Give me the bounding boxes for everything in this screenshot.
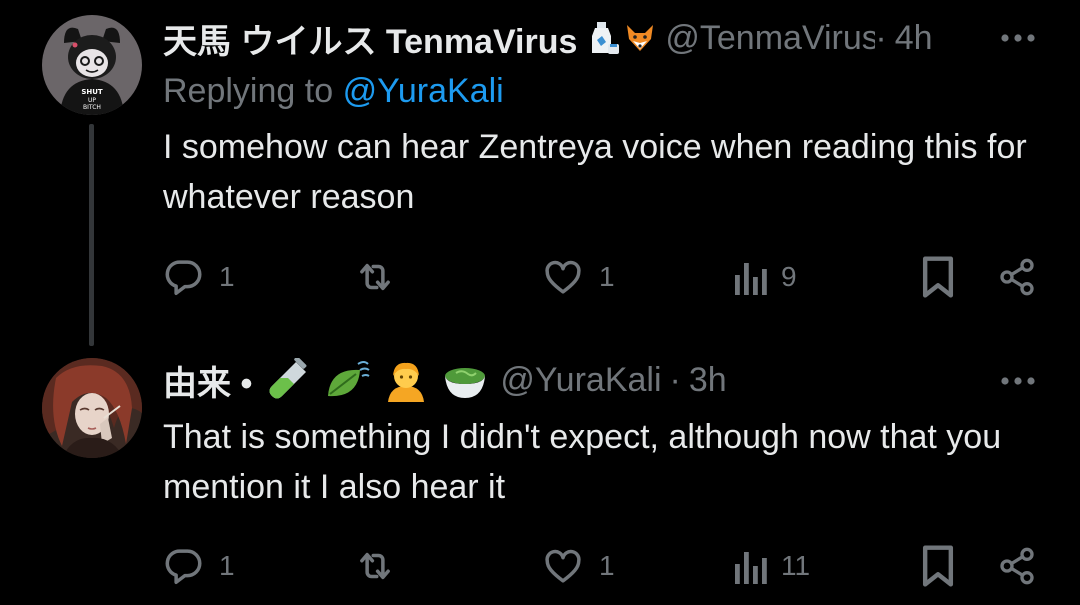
tweet-header: 由来 • @YuraKali · 3h [163, 356, 1060, 404]
reply-bubble-icon [165, 260, 202, 296]
bookmark-icon [922, 256, 954, 298]
reply-bubble-icon [165, 549, 202, 585]
svg-text:UP: UP [88, 97, 96, 104]
separator: · [875, 18, 887, 57]
display-name[interactable]: 由来 • [163, 356, 252, 405]
more-dots-icon [1001, 377, 1035, 385]
share-button[interactable] [997, 254, 1037, 300]
like-button[interactable]: 1 [541, 254, 615, 300]
reply-button[interactable]: 1 [163, 254, 235, 300]
view-count: 11 [781, 550, 811, 581]
avatar[interactable]: SHUT UP BITCH [42, 15, 142, 115]
replying-prefix: Replying to [163, 72, 334, 110]
sake-bottle-emoji [587, 20, 621, 56]
person-emoji [384, 358, 428, 402]
svg-text:SHUT: SHUT [81, 88, 103, 96]
avatar[interactable] [42, 358, 142, 458]
matcha-emoji [442, 358, 488, 402]
tweet-tenmavirus[interactable]: SHUT UP BITCH 天馬 ウイルス TenmaVirus @TenmaV… [0, 0, 1080, 346]
display-name[interactable]: 天馬 ウイルス TenmaVirus [163, 14, 577, 63]
test-tube-emoji [266, 358, 310, 402]
more-dots-icon [1001, 34, 1035, 42]
heart-icon [545, 260, 581, 294]
like-count: 1 [599, 550, 615, 581]
timestamp[interactable]: 4h [895, 19, 933, 58]
reply-count: 1 [219, 261, 235, 292]
share-icon [1000, 258, 1034, 296]
views-button[interactable]: 9 [733, 254, 797, 300]
tweet-text: I somehow can hear Zentreya voice when r… [163, 128, 1027, 216]
reply-thread: SHUT UP BITCH 天馬 ウイルス TenmaVirus @TenmaV… [0, 0, 1080, 605]
share-button[interactable] [997, 543, 1037, 589]
thread-connector-line [89, 124, 94, 346]
like-count: 1 [599, 261, 615, 292]
retweet-button[interactable] [353, 543, 411, 589]
tweet-header: 天馬 ウイルス TenmaVirus @TenmaVirus · 4h [163, 14, 1060, 62]
views-chart-icon [735, 263, 767, 295]
reply-button[interactable]: 1 [163, 543, 235, 589]
tweet-actions: 1 1 11 [163, 543, 1043, 589]
view-count: 9 [781, 261, 797, 292]
reply-count: 1 [219, 550, 235, 581]
bookmark-icon [922, 545, 954, 587]
reply-mention-link[interactable]: @YuraKali [343, 72, 504, 110]
share-icon [1000, 547, 1034, 585]
more-options-button[interactable] [998, 366, 1038, 396]
svg-text:BITCH: BITCH [83, 104, 101, 111]
like-button[interactable]: 1 [541, 543, 615, 589]
separator: · [669, 360, 681, 399]
more-options-button[interactable] [998, 23, 1038, 53]
tweet-text: That is something I didn't expect, altho… [163, 418, 1002, 506]
retweet-icon [360, 263, 390, 291]
timestamp[interactable]: 3h [689, 361, 727, 400]
user-handle[interactable]: @YuraKali [500, 361, 661, 400]
retweet-icon [360, 552, 390, 580]
tweet-actions: 1 1 9 [163, 254, 1043, 300]
tweet-yurakali[interactable]: 由来 • @YuraKali · 3h That is something I … [0, 346, 1080, 605]
heart-icon [545, 549, 581, 583]
replying-to: Replying to @YuraKali [163, 72, 504, 111]
views-button[interactable]: 11 [733, 543, 810, 589]
user-handle[interactable]: @TenmaVirus [665, 19, 875, 57]
retweet-button[interactable] [353, 254, 411, 300]
views-chart-icon [735, 552, 767, 584]
bookmark-button[interactable] [919, 254, 957, 300]
fox-emoji [623, 21, 657, 55]
leaf-wind-emoji [324, 358, 370, 402]
bookmark-button[interactable] [919, 543, 957, 589]
